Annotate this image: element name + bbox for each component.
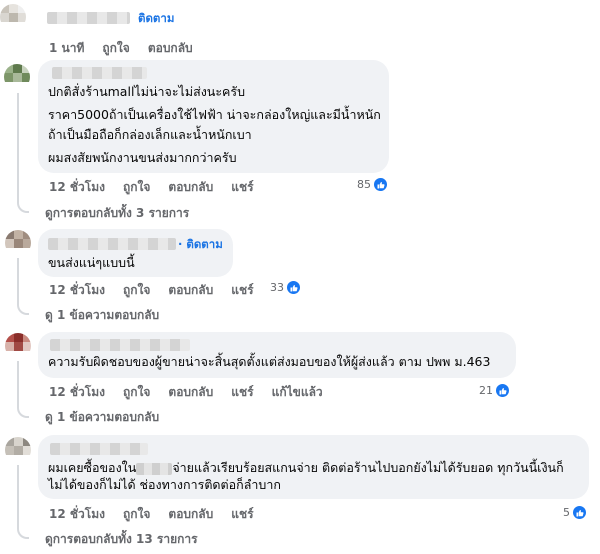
- comment-bubble: ผมเคยซื้อของใน จ่ายแล้วเรียบร้อยสแกนจ่าย …: [38, 435, 589, 499]
- commenter-name[interactable]: [52, 67, 147, 79]
- reaction-count[interactable]: 85: [357, 177, 388, 192]
- like-icon: [572, 505, 587, 520]
- avatar[interactable]: [0, 4, 26, 30]
- reaction-number: 5: [563, 506, 570, 519]
- share-button[interactable]: แชร์: [231, 180, 253, 194]
- comment-actions: 12 ชั่วโมง ถูกใจ ตอบกลับ แชร์: [49, 281, 272, 300]
- like-button[interactable]: ถูกใจ: [102, 41, 129, 55]
- comment-bubble: ความรับผิดชอบของผู้ขายน่าจะสิ้นสุดตั้งแต…: [38, 332, 516, 378]
- thread-line: [17, 465, 29, 539]
- redacted-text: [136, 462, 173, 475]
- like-button[interactable]: ถูกใจ: [123, 283, 150, 297]
- like-icon: [286, 280, 301, 295]
- avatar[interactable]: [5, 333, 31, 359]
- timestamp[interactable]: 12 ชั่วโมง: [49, 180, 105, 194]
- share-button[interactable]: แชร์: [231, 385, 253, 399]
- like-icon: [495, 383, 510, 398]
- thread-line: [17, 361, 29, 418]
- comment-bubble: · ติดตาม ขนส่งแน่ๆแบบนี้: [38, 229, 233, 277]
- reaction-count[interactable]: 21: [479, 383, 510, 398]
- like-button[interactable]: ถูกใจ: [123, 180, 150, 194]
- comment-line: ผมสงสัยพนักงานขนส่งมากกว่าครับ: [48, 150, 237, 165]
- comment-line-part: จ่ายแล้วเรียบร้อยสแกนจ่าย ติดต่อร้านไปบอ…: [172, 460, 564, 475]
- comment-line-part: ผมเคยซื้อของใน: [48, 460, 137, 475]
- thread-line: [17, 258, 29, 315]
- timestamp[interactable]: 1 นาที: [49, 41, 84, 55]
- reaction-number: 21: [479, 384, 493, 397]
- reaction-number: 33: [270, 281, 284, 294]
- comment-bubble: ปกติสั่งร้านmallไม่น่าจะไม่ส่งนะครับ ราค…: [38, 60, 389, 173]
- reaction-count[interactable]: 5: [563, 505, 587, 520]
- comment-line: ขนส่งแน่ๆแบบนี้: [48, 255, 135, 270]
- avatar[interactable]: [5, 437, 31, 463]
- share-button[interactable]: แชร์: [231, 507, 253, 521]
- like-button[interactable]: ถูกใจ: [123, 385, 150, 399]
- follow-link[interactable]: · ติดตาม: [178, 236, 223, 254]
- reaction-number: 85: [357, 178, 371, 191]
- share-button[interactable]: แชร์: [231, 283, 253, 297]
- thread-line: [17, 93, 29, 213]
- edited-label: แก้ไขแล้ว: [271, 385, 323, 399]
- comment-line: ความรับผิดชอบของผู้ขายน่าจะสิ้นสุดตั้งแต…: [48, 354, 491, 369]
- view-replies-link[interactable]: ดูการตอบกลับทั้ง 13 รายการ: [45, 530, 198, 549]
- timestamp[interactable]: 12 ชั่วโมง: [49, 385, 105, 399]
- like-icon: [373, 177, 388, 192]
- comment-actions: 12 ชั่วโมง ถูกใจ ตอบกลับ แชร์: [49, 505, 272, 524]
- reply-button[interactable]: ตอบกลับ: [148, 41, 193, 55]
- comment-line: ปกติสั่งร้านmallไม่น่าจะไม่ส่งนะครับ: [48, 84, 246, 99]
- comment-actions: 1 นาที ถูกใจ ตอบกลับ: [49, 39, 211, 58]
- avatar[interactable]: [5, 230, 31, 256]
- view-replies-link[interactable]: ดู 1 ข้อความตอบกลับ: [45, 306, 159, 325]
- comment-line: ถ้าเป็นมือถือก็กล่องเล็กและน้ำหนักเบา: [48, 127, 252, 142]
- comment-actions: 12 ชั่วโมง ถูกใจ ตอบกลับ แชร์: [49, 178, 272, 197]
- commenter-name[interactable]: [50, 339, 190, 351]
- comment-line: ไม่ได้ของก็ไม่ได้ ช่องทางการติดต่อก็ลำบา…: [48, 477, 281, 492]
- reaction-count[interactable]: 33: [270, 280, 301, 295]
- avatar[interactable]: [4, 64, 30, 90]
- like-button[interactable]: ถูกใจ: [123, 507, 150, 521]
- view-replies-link[interactable]: ดูการตอบกลับทั้ง 3 รายการ: [45, 204, 189, 223]
- reply-button[interactable]: ตอบกลับ: [168, 507, 213, 521]
- timestamp[interactable]: 12 ชั่วโมง: [49, 283, 105, 297]
- comment-line: ราคา5000ถ้าเป็นเครื่องใช้ไฟฟ้า น่าจะกล่อ…: [48, 107, 381, 122]
- commenter-name[interactable]: [48, 238, 176, 250]
- reply-button[interactable]: ตอบกลับ: [168, 283, 213, 297]
- commenter-name[interactable]: [50, 443, 148, 455]
- comment-actions: 12 ชั่วโมง ถูกใจ ตอบกลับ แชร์ แก้ไขแล้ว: [49, 383, 341, 402]
- view-replies-link[interactable]: ดู 1 ข้อความตอบกลับ: [45, 408, 159, 427]
- reply-button[interactable]: ตอบกลับ: [168, 180, 213, 194]
- timestamp[interactable]: 12 ชั่วโมง: [49, 507, 105, 521]
- reply-button[interactable]: ตอบกลับ: [168, 385, 213, 399]
- commenter-name[interactable]: [47, 12, 130, 24]
- follow-link[interactable]: ติดตาม: [138, 10, 174, 28]
